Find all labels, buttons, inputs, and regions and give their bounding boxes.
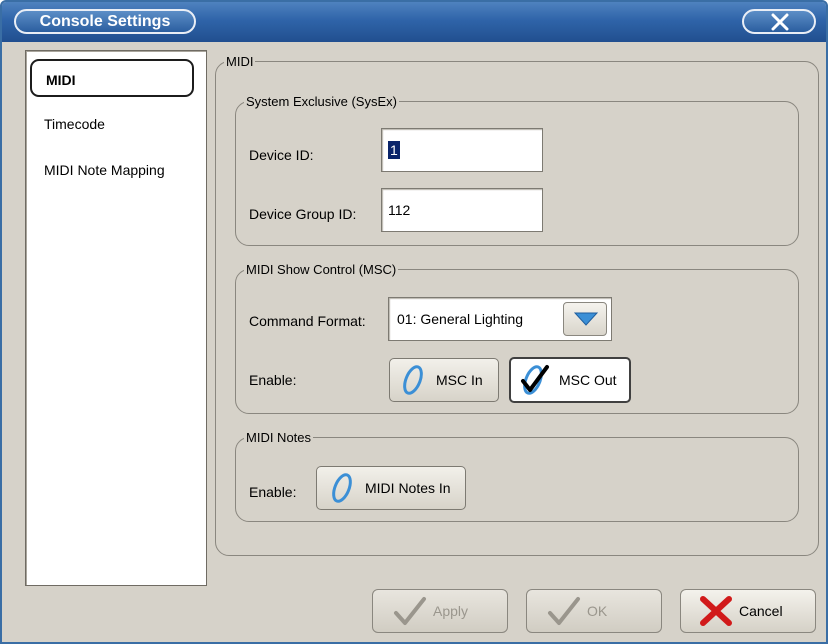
midi-notes-group-title: MIDI Notes	[246, 430, 312, 445]
red-x-icon	[700, 596, 732, 626]
command-format-dropdown[interactable]: 01: General Lighting	[388, 297, 612, 341]
midi-group-title: MIDI	[226, 54, 254, 69]
msc-enable-label: Enable:	[249, 372, 297, 388]
apply-button[interactable]: Apply	[372, 589, 508, 633]
midi-notes-in-toggle[interactable]: MIDI Notes In	[316, 466, 466, 510]
window-title: Console Settings	[39, 12, 171, 30]
ok-label: OK	[587, 603, 608, 619]
cancel-button[interactable]: Cancel	[680, 589, 816, 633]
midi-notes-in-label: MIDI Notes In	[365, 480, 451, 496]
apply-label: Apply	[433, 603, 469, 619]
close-button[interactable]	[742, 9, 816, 34]
device-group-id-label: Device Group ID:	[249, 206, 357, 222]
device-id-field[interactable]: 1	[381, 128, 543, 172]
title-bar: Console Settings	[2, 2, 826, 42]
checkmark-icon	[521, 365, 549, 395]
dropdown-arrow-button[interactable]	[563, 302, 607, 336]
notes-enable-label: Enable:	[249, 484, 297, 500]
chevron-down-icon	[574, 312, 598, 326]
settings-nav-list: MIDI Timecode MIDI Note Mapping	[25, 50, 207, 586]
msc-out-label: MSC Out	[559, 372, 617, 388]
close-icon	[771, 13, 789, 31]
console-settings-window: Console Settings MIDI Timecode MIDI Note…	[0, 0, 828, 644]
unchecked-toggle-icon	[332, 473, 352, 503]
cancel-label: Cancel	[739, 603, 783, 619]
ok-button[interactable]: OK	[526, 589, 662, 633]
msc-out-toggle[interactable]: MSC Out	[509, 357, 631, 403]
device-id-value: 1	[388, 141, 400, 159]
checkmark-icon	[394, 597, 426, 625]
title-tab: Console Settings	[14, 9, 196, 34]
nav-item-midi[interactable]: MIDI	[30, 59, 194, 97]
command-format-value: 01: General Lighting	[397, 311, 524, 327]
checkmark-icon	[548, 597, 580, 625]
device-group-id-value: 112	[388, 202, 411, 218]
msc-in-label: MSC In	[436, 372, 483, 388]
nav-item-midi-note-mapping[interactable]: MIDI Note Mapping	[30, 151, 194, 189]
msc-in-toggle[interactable]: MSC In	[389, 358, 499, 402]
device-group-id-field[interactable]: 112	[381, 188, 543, 232]
msc-group-title: MIDI Show Control (MSC)	[246, 262, 397, 277]
nav-item-timecode[interactable]: Timecode	[30, 105, 194, 143]
device-id-label: Device ID:	[249, 147, 314, 163]
unchecked-toggle-icon	[403, 365, 423, 395]
sysex-group-title: System Exclusive (SysEx)	[246, 94, 397, 109]
command-format-label: Command Format:	[249, 313, 366, 329]
